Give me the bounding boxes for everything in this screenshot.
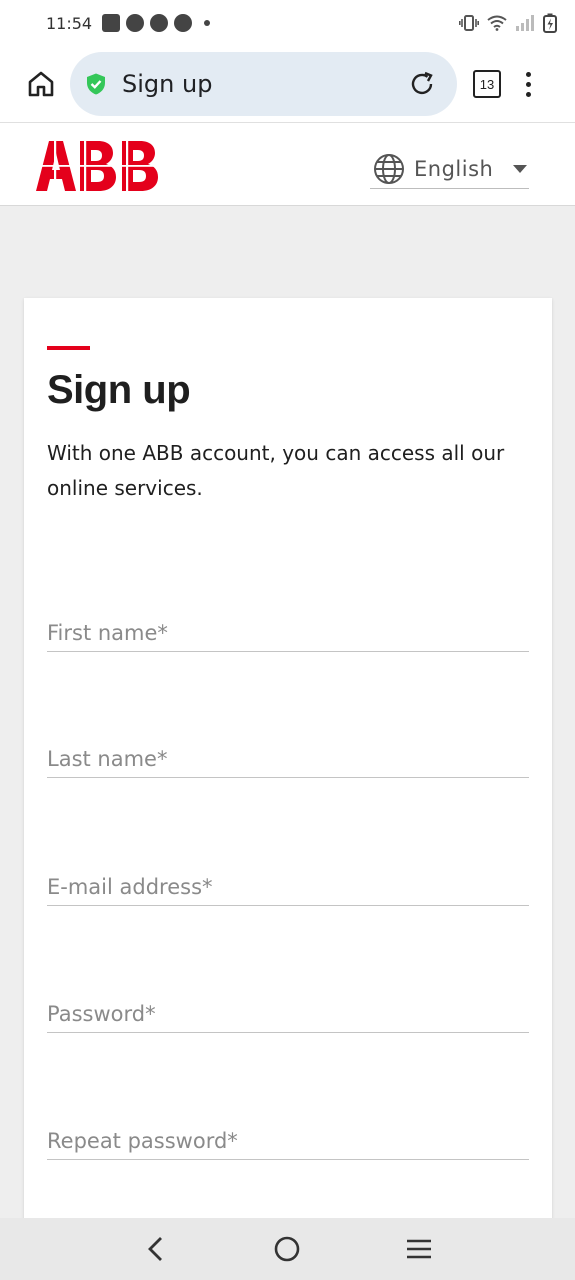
system-navigation-bar — [0, 1218, 575, 1280]
home-icon — [28, 71, 54, 97]
repeat-password-input[interactable] — [47, 1129, 529, 1153]
menu-dot — [525, 91, 531, 97]
intro-text: With one ABB account, you can access all… — [47, 441, 505, 500]
battery-charging-icon — [543, 13, 557, 33]
last-name-input[interactable] — [47, 747, 529, 771]
chevron-down-icon — [513, 164, 527, 173]
system-icons — [459, 13, 557, 33]
page-title: Sign up — [47, 368, 191, 412]
mail-icon — [102, 14, 121, 32]
dot-icon — [204, 20, 211, 26]
home-button[interactable] — [22, 65, 60, 103]
signal-icon — [516, 15, 534, 31]
back-icon — [147, 1237, 162, 1261]
speed-icon — [150, 14, 169, 32]
site-header: English — [0, 122, 575, 206]
recents-icon — [407, 1239, 432, 1259]
last-name-field[interactable] — [47, 738, 529, 778]
home-nav-button[interactable] — [267, 1229, 307, 1269]
language-selector[interactable]: English — [370, 149, 529, 189]
reload-icon[interactable] — [407, 69, 437, 99]
language-label: English — [414, 156, 494, 181]
vibrate-icon — [459, 15, 479, 31]
password-input[interactable] — [47, 1002, 529, 1026]
signup-card: Sign up With one ABB account, you can ac… — [24, 298, 552, 1228]
email-input[interactable] — [47, 875, 529, 899]
repeat-password-field[interactable] — [47, 1120, 529, 1160]
browser-menu-button[interactable] — [523, 71, 533, 97]
tab-switcher-button[interactable]: 13 — [473, 70, 501, 98]
globe-icon — [374, 153, 404, 184]
home-circle-icon — [275, 1236, 300, 1262]
notification-icons — [102, 14, 211, 32]
address-bar[interactable]: Sign up — [70, 52, 457, 116]
shield-check-icon — [87, 73, 105, 95]
page-title-in-address-bar: Sign up — [122, 70, 213, 98]
red-accent-bar — [47, 346, 90, 350]
email-field[interactable] — [47, 866, 529, 906]
speed-icon — [174, 14, 193, 32]
menu-dot — [525, 81, 531, 87]
browser-toolbar: Sign up 13 — [0, 46, 575, 122]
password-field[interactable] — [47, 993, 529, 1033]
speed-icon — [126, 14, 145, 32]
status-time: 11:54 — [46, 13, 93, 33]
abb-logo[interactable] — [36, 141, 164, 191]
menu-dot — [525, 71, 531, 77]
back-button[interactable] — [136, 1229, 176, 1269]
status-bar: 11:54 — [0, 0, 575, 46]
first-name-field[interactable] — [47, 612, 529, 652]
recents-button[interactable] — [399, 1229, 439, 1269]
first-name-input[interactable] — [47, 621, 529, 645]
wifi-icon — [487, 15, 507, 31]
